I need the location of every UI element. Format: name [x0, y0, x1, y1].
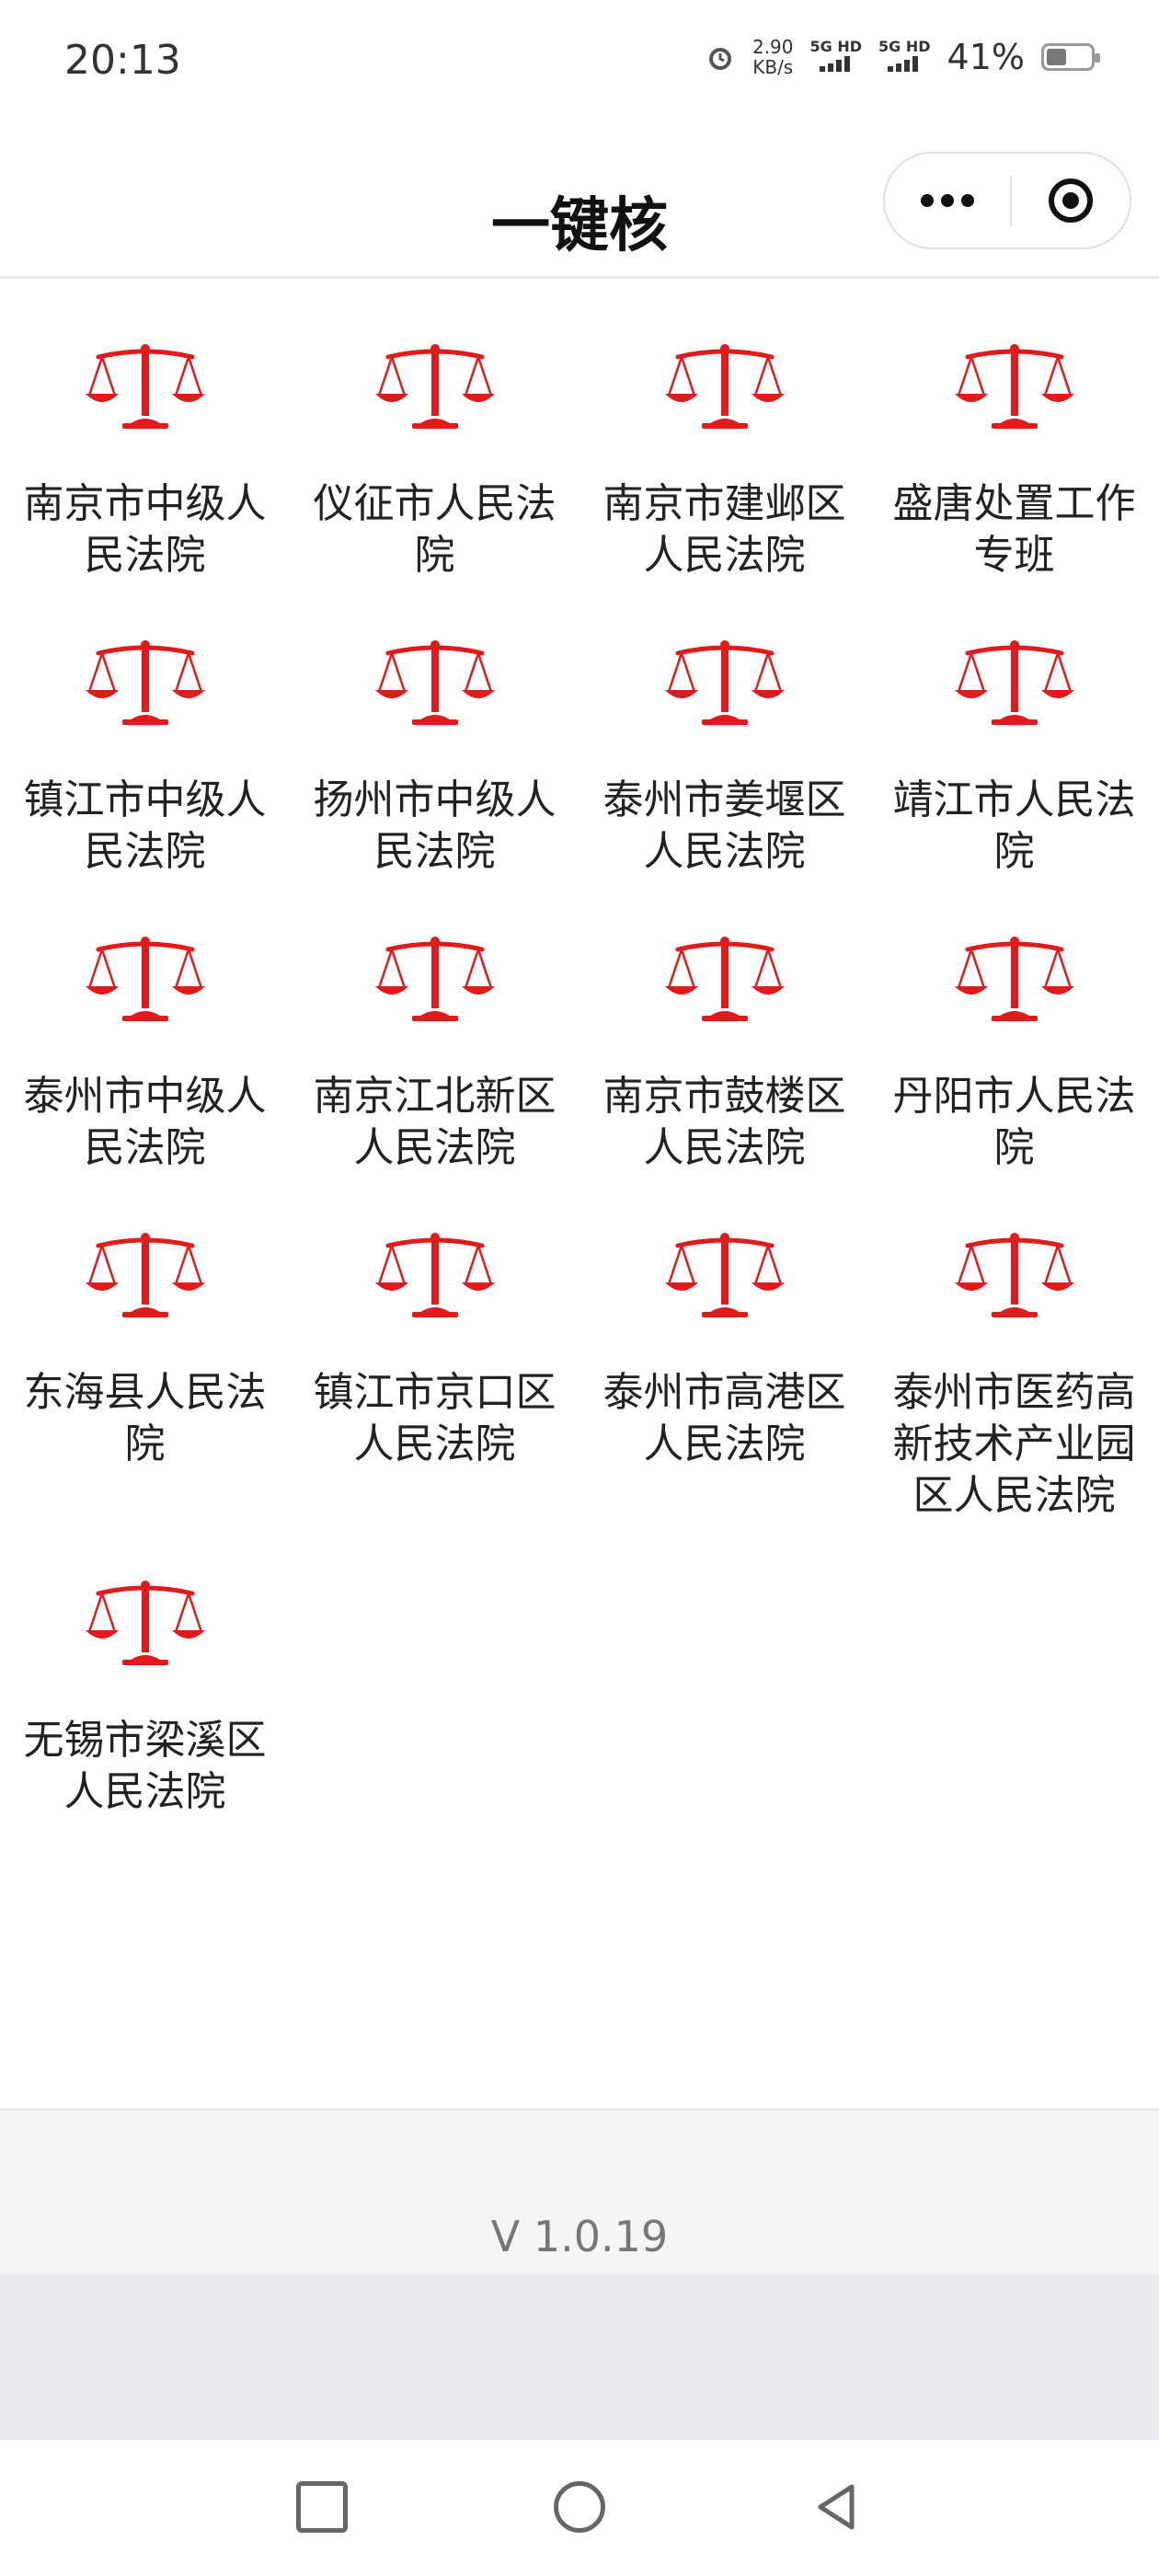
scales-of-justice-icon — [954, 344, 1074, 429]
court-item[interactable]: 泰州市高港区人民法院 — [580, 1229, 869, 1577]
court-name-label: 泰州市中级人民法院 — [23, 1073, 267, 1171]
dot-icon — [941, 194, 954, 207]
court-item[interactable]: 无锡市梁溪区人民法院 — [0, 1577, 290, 1873]
court-name-label: 丹阳市人民法院 — [892, 1073, 1136, 1171]
court-name-label: 南京江北新区人民法院 — [313, 1073, 557, 1171]
court-name-label: 泰州市高港区人民法院 — [602, 1369, 846, 1467]
footer-spacer — [0, 2274, 1159, 2440]
court-name-label: 靖江市人民法院 — [892, 776, 1136, 875]
status-time: 20:13 — [64, 37, 181, 84]
battery-percent: 41% — [947, 37, 1025, 77]
network-speed-value: 2.90 — [752, 36, 794, 58]
scales-of-justice-icon — [85, 640, 205, 725]
court-item[interactable]: 东海县人民法院 — [0, 1229, 290, 1577]
court-item[interactable]: 南京江北新区人民法院 — [290, 933, 580, 1229]
signal-2: 5G HD — [878, 39, 931, 75]
court-grid: 南京市中级人民法院 仪征市人民法院 南京市建邺区人民法院 盛唐处置工作专班 镇江… — [0, 340, 1159, 1873]
recent-apps-button[interactable] — [296, 2481, 348, 2533]
court-item[interactable]: 扬州市中级人民法院 — [290, 637, 580, 933]
home-button[interactable] — [554, 2481, 605, 2533]
status-indicators: 2.90 KB/s 5G HD 5G HD 41% — [705, 37, 1100, 77]
scales-of-justice-icon — [374, 344, 495, 429]
battery-icon — [1041, 43, 1100, 71]
scales-of-justice-icon — [664, 640, 785, 725]
scales-of-justice-icon — [664, 1233, 785, 1317]
court-item[interactable]: 仪征市人民法院 — [290, 340, 580, 637]
scales-of-justice-icon — [374, 937, 495, 1021]
scales-of-justice-icon — [85, 1581, 205, 1665]
court-item[interactable]: 镇江市中级人民法院 — [0, 637, 290, 933]
nav-bar: 一键核 — [0, 138, 1159, 279]
court-name-label: 东海县人民法院 — [23, 1369, 267, 1467]
scales-of-justice-icon — [664, 344, 785, 429]
court-name-label: 扬州市中级人民法院 — [313, 776, 557, 875]
scales-of-justice-icon — [954, 937, 1074, 1021]
more-options-button[interactable] — [885, 194, 1010, 207]
court-item[interactable]: 南京市鼓楼区人民法院 — [580, 933, 869, 1229]
court-item[interactable]: 泰州市医药高新技术产业园区人民法院 — [869, 1229, 1159, 1577]
scales-of-justice-icon — [85, 937, 205, 1021]
court-item[interactable]: 丹阳市人民法院 — [869, 933, 1159, 1229]
court-name-label: 南京市鼓楼区人民法院 — [602, 1073, 846, 1171]
court-item[interactable]: 镇江市京口区人民法院 — [290, 1229, 580, 1577]
signal-1: 5G HD — [809, 38, 863, 75]
scales-of-justice-icon — [954, 1233, 1074, 1317]
court-item[interactable]: 靖江市人民法院 — [869, 637, 1159, 933]
dot-icon — [961, 194, 974, 207]
mini-program-capsule — [883, 152, 1131, 249]
scales-of-justice-icon — [85, 344, 205, 429]
court-name-label: 泰州市姜堰区人民法院 — [602, 776, 846, 875]
target-icon — [1049, 178, 1093, 223]
court-name-label: 盛唐处置工作专班 — [892, 480, 1136, 579]
signal-2-label: 5G HD — [878, 38, 931, 55]
close-mini-program-button[interactable] — [1012, 178, 1130, 223]
scales-of-justice-icon — [664, 937, 785, 1021]
scales-of-justice-icon — [85, 1233, 205, 1317]
status-bar: 20:13 2.90 KB/s 5G HD 5G HD 41% — [0, 0, 1159, 129]
court-item[interactable]: 泰州市姜堰区人民法院 — [580, 637, 869, 933]
court-name-label: 无锡市梁溪区人民法院 — [23, 1717, 267, 1815]
scales-of-justice-icon — [374, 640, 495, 725]
court-item[interactable]: 泰州市中级人民法院 — [0, 933, 290, 1229]
court-name-label: 镇江市中级人民法院 — [23, 776, 267, 875]
footer: V 1.0.19 — [0, 2109, 1159, 2276]
system-navigation-bar — [0, 2440, 1159, 2576]
alarm-clock-icon — [708, 48, 731, 70]
signal-bars-icon — [819, 56, 850, 72]
signal-bars-icon — [888, 56, 919, 72]
network-speed-unit: KB/s — [752, 56, 794, 78]
scales-of-justice-icon — [954, 640, 1074, 725]
court-name-label: 南京市中级人民法院 — [23, 480, 267, 579]
dot-icon — [921, 194, 934, 207]
network-speed: 2.90 KB/s — [752, 37, 794, 77]
court-item[interactable]: 南京市中级人民法院 — [0, 340, 290, 637]
back-button[interactable] — [811, 2481, 863, 2533]
scales-of-justice-icon — [374, 1233, 495, 1317]
signal-1-label: 5G HD — [809, 38, 863, 55]
court-name-label: 泰州市医药高新技术产业园区人民法院 — [892, 1369, 1136, 1519]
court-item[interactable]: 南京市建邺区人民法院 — [580, 340, 869, 637]
court-name-label: 仪征市人民法院 — [313, 480, 557, 579]
court-name-label: 南京市建邺区人民法院 — [602, 480, 846, 579]
court-item[interactable]: 盛唐处置工作专班 — [869, 340, 1159, 637]
court-name-label: 镇江市京口区人民法院 — [313, 1369, 557, 1467]
version-label: V 1.0.19 — [490, 2212, 669, 2261]
